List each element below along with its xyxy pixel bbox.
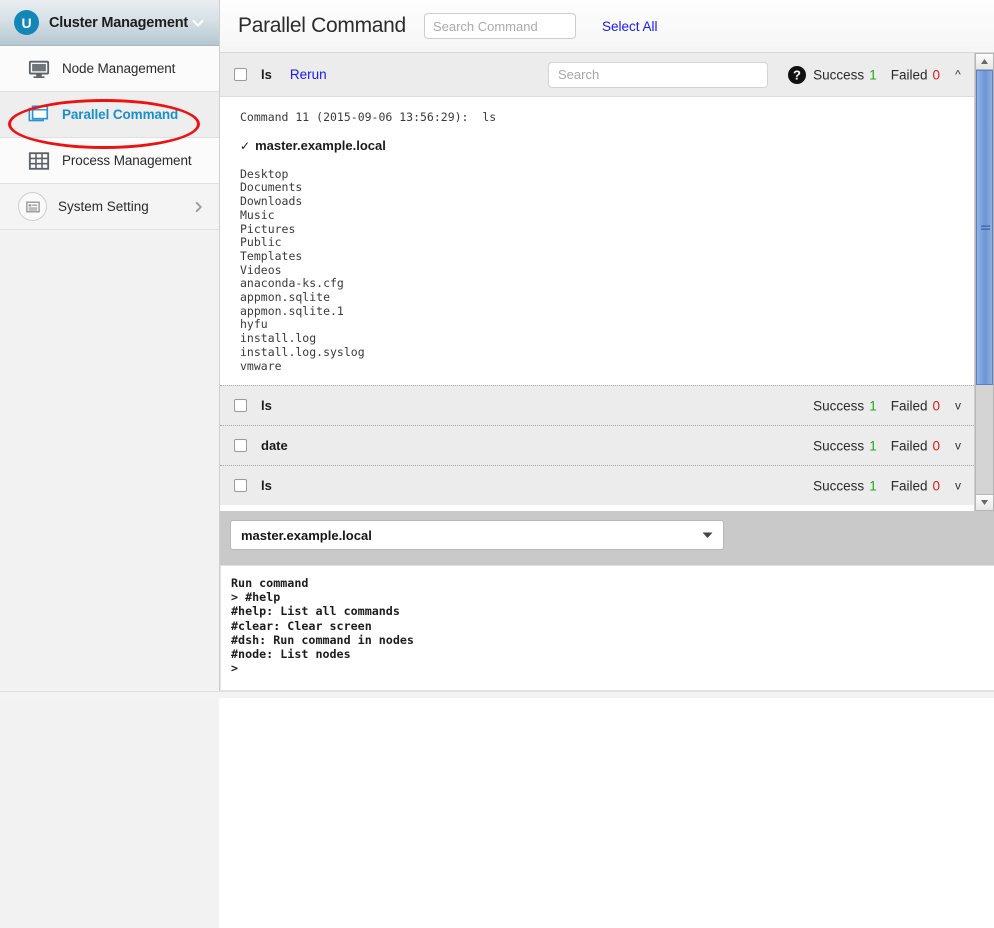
failed-label: Failed <box>890 478 928 494</box>
failed-count: 0 <box>932 398 940 414</box>
terminal-console[interactable]: Run command > #help #help: List all comm… <box>220 565 994 691</box>
rerun-link[interactable]: Rerun <box>290 67 327 82</box>
sidebar-item-system-setting[interactable]: System Setting <box>0 184 219 230</box>
help-circle-icon[interactable]: ? <box>787 65 807 85</box>
command-checkbox[interactable] <box>234 68 247 81</box>
chevron-down-icon[interactable] <box>191 16 205 30</box>
terminal-line: #node: List nodes <box>231 647 351 662</box>
list-box-icon <box>25 201 40 212</box>
command-list-scroll: ls Rerun ? Success 1 Failed 0 ^ <box>220 53 974 511</box>
node-select-band: master.example.local <box>220 511 994 565</box>
sidebar-item-label: Node Management <box>62 61 176 76</box>
command-stats: Success 1 Failed 0 ^ <box>813 67 964 82</box>
brand-header[interactable]: U Cluster Management <box>0 0 219 46</box>
sidebar-item-process-management[interactable]: Process Management <box>0 138 219 184</box>
node-select-value: master.example.local <box>241 527 372 543</box>
command-host-line: ✓ master.example.local <box>240 138 974 153</box>
terminal-line: #help: List all commands <box>231 604 400 619</box>
grip-icon <box>981 225 990 230</box>
sidebar-item-label: Parallel Command <box>62 107 179 122</box>
command-header-row[interactable]: ls Rerun ? Success 1 Failed 0 ^ <box>220 53 974 97</box>
command-name: ls <box>261 478 272 494</box>
failed-count: 0 <box>932 478 940 494</box>
caret-up-icon <box>981 59 988 64</box>
caret-down-icon[interactable] <box>702 531 713 539</box>
check-icon: ✓ <box>240 138 251 153</box>
monitor-icon <box>28 60 50 78</box>
sidebar: U Cluster Management Node Management Par… <box>0 0 220 928</box>
command-row[interactable]: date Success 1 Failed 0 v <box>220 425 974 466</box>
success-label: Success <box>813 67 865 82</box>
vertical-scrollbar[interactable] <box>974 53 994 511</box>
sidebar-item-node-management[interactable]: Node Management <box>0 46 219 92</box>
scroll-down-button[interactable] <box>975 494 994 511</box>
success-count: 1 <box>869 67 877 82</box>
terminal-line: Run command <box>231 576 309 590</box>
command-stats: Success 1 Failed 0 v <box>813 478 964 493</box>
command-output-text: Desktop Documents Downloads Music Pictur… <box>240 166 365 373</box>
failed-count: 0 <box>932 438 940 454</box>
command-search-input[interactable] <box>548 61 768 88</box>
scroll-up-button[interactable] <box>975 53 994 70</box>
app-root: U Cluster Management Node Management Par… <box>0 0 994 928</box>
sidebar-item-parallel-command[interactable]: Parallel Command <box>0 92 219 138</box>
sidebar-empty-area <box>0 230 219 928</box>
failed-label: Failed <box>890 438 928 454</box>
failed-label: Failed <box>890 67 928 82</box>
brand-title: Cluster Management <box>49 14 189 31</box>
caret-down-icon <box>981 500 988 505</box>
bottom-strip <box>0 691 994 698</box>
system-setting-icon-circle <box>18 192 47 221</box>
success-label: Success <box>813 478 865 494</box>
command-checkbox[interactable] <box>234 479 247 493</box>
command-list-region: ls Rerun ? Success 1 Failed 0 ^ <box>220 53 994 511</box>
select-all-link[interactable]: Select All <box>602 19 658 34</box>
node-select-dropdown[interactable]: master.example.local <box>230 520 724 550</box>
expand-toggle[interactable]: v <box>952 439 964 453</box>
expand-toggle[interactable]: v <box>952 399 964 413</box>
command-invocation-line: Command 11 (2015-09-06 13:56:29): ls <box>240 110 497 124</box>
success-count: 1 <box>869 478 877 494</box>
success-count: 1 <box>869 398 877 414</box>
sidebar-item-label: Process Management <box>62 153 192 168</box>
grid-icon <box>28 151 50 170</box>
windows-stack-icon <box>28 104 49 121</box>
command-row[interactable]: ls Success 1 Failed 0 v <box>220 385 974 426</box>
chevron-right-icon[interactable] <box>192 200 205 213</box>
terminal-line: #clear: Clear screen <box>231 618 372 633</box>
page-header: Parallel Command Select All <box>220 0 994 53</box>
command-checkbox[interactable] <box>234 439 247 453</box>
success-label: Success <box>813 438 865 454</box>
terminal-line: #dsh: Run command in nodes <box>231 632 414 647</box>
page-title: Parallel Command <box>238 14 406 37</box>
command-output-body: Command 11 (2015-09-06 13:56:29): ls ✓ ma… <box>220 97 974 386</box>
host-name: master.example.local <box>255 137 386 153</box>
brand-logo-icon: U <box>14 10 39 35</box>
command-row[interactable]: ls Success 1 Failed 0 v <box>220 465 974 506</box>
failed-label: Failed <box>890 398 928 414</box>
search-command-input[interactable] <box>423 13 576 39</box>
expand-toggle[interactable]: v <box>952 479 964 493</box>
terminal-line: > <box>231 661 239 676</box>
success-label: Success <box>813 398 865 414</box>
command-stats: Success 1 Failed 0 v <box>813 398 964 413</box>
scrollbar-track[interactable] <box>975 70 994 494</box>
command-name: ls <box>261 67 272 82</box>
success-count: 1 <box>869 438 877 454</box>
failed-count: 0 <box>932 67 940 82</box>
main-panel: Parallel Command Select All ls Rerun ? <box>220 0 994 698</box>
sidebar-item-label: System Setting <box>58 199 149 214</box>
command-name: date <box>261 438 288 454</box>
command-checkbox[interactable] <box>234 399 247 413</box>
svg-text:?: ? <box>793 67 801 82</box>
command-name: ls <box>261 398 272 414</box>
terminal-line: > #help <box>231 590 281 605</box>
scrollbar-thumb[interactable] <box>976 70 993 385</box>
collapse-toggle[interactable]: ^ <box>952 68 964 82</box>
command-stats: Success 1 Failed 0 v <box>813 438 964 453</box>
